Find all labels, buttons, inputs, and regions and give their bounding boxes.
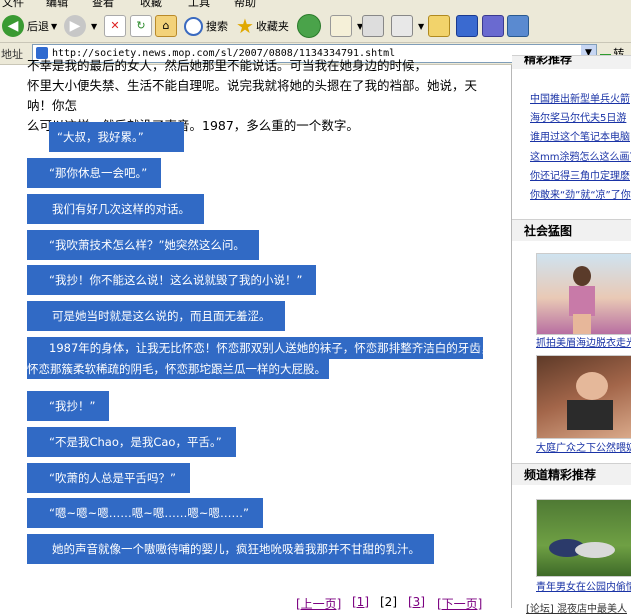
article-line: “那你休息一会吧。” bbox=[27, 158, 162, 188]
pager-page-3-link[interactable]: [3] bbox=[408, 595, 425, 609]
print-icon bbox=[362, 15, 384, 37]
pager-next-link[interactable]: [下一页] bbox=[437, 595, 482, 612]
chevron-down-icon: ▼ bbox=[51, 21, 58, 31]
article-line: 可是她当时就是这么说的，而且面无羞涩。 bbox=[27, 301, 285, 331]
stop-icon: ✕ bbox=[104, 15, 126, 37]
refresh-icon: ↻ bbox=[130, 15, 152, 37]
stop-button[interactable]: ✕ bbox=[104, 13, 129, 39]
messenger-icon bbox=[456, 15, 478, 37]
address-label: 地址 bbox=[1, 48, 23, 61]
menu-help[interactable]: 帮助 bbox=[234, 0, 256, 9]
discuss-button[interactable] bbox=[428, 13, 453, 39]
forward-arrow-icon: ▶ bbox=[64, 15, 86, 37]
chevron-down-icon: ▼ bbox=[91, 21, 98, 31]
menu-bar: 文件 编辑 查看 收藏 工具 帮助 bbox=[0, 0, 631, 9]
article-line: “吹萧的人总是平舌吗？” bbox=[27, 463, 190, 493]
back-button[interactable]: ◀ 后退 ▼ bbox=[2, 13, 57, 39]
research-button[interactable] bbox=[482, 13, 507, 39]
sidebar-section-title: 精彩推荐 bbox=[512, 55, 631, 69]
messenger-button[interactable] bbox=[456, 13, 481, 39]
sidebar-section-title: 频道精彩推荐 bbox=[512, 463, 631, 485]
photo-caption-link[interactable]: 青年男女在公园内偷情 bbox=[536, 578, 631, 593]
sidebar-link[interactable]: 中国推出新型单兵火箭 bbox=[530, 90, 630, 105]
search-label: 搜索 bbox=[206, 20, 228, 33]
history-button[interactable] bbox=[297, 13, 324, 39]
article-line: “我吹萧技术怎么样？”她突然这么问。 bbox=[27, 230, 259, 260]
star-icon: ★ bbox=[236, 14, 254, 38]
menu-edit[interactable]: 编辑 bbox=[46, 0, 68, 9]
edit-page-icon bbox=[391, 15, 413, 37]
menu-favorites[interactable]: 收藏 bbox=[140, 0, 162, 9]
news-photo[interactable] bbox=[536, 253, 631, 335]
article-line: 她的声音就像一个嗷嗷待哺的婴儿，疯狂地吮吸着我那并不甘甜的乳汁。 bbox=[27, 534, 434, 564]
article-line: 怀恋那簇柔软稀疏的阴毛，怀恋那坨跟兰瓜一样的大屁股。 bbox=[27, 359, 329, 379]
forward-button[interactable]: ▶ ▼ bbox=[64, 13, 97, 39]
search-button[interactable]: 搜索 bbox=[184, 13, 228, 39]
article-line: “我抄！” bbox=[27, 391, 110, 421]
sidebar-bottom-label: [论坛] 混夜店中最美人 bbox=[526, 604, 627, 615]
article-line: “大叔，我好累。” bbox=[49, 122, 184, 152]
article-intro-line: 怀里大小便失禁、生活不能自理呢。说完我就将她的头摁在了我的裆部。她说，天呐！你怎 bbox=[27, 78, 478, 113]
news-photo[interactable] bbox=[536, 355, 631, 439]
sidebar: 精彩推荐 中国推出新型单兵火箭 海尔奖马尔代夫5日游 谁用过这个笔记本电脑 这m… bbox=[512, 55, 631, 615]
dictionary-icon bbox=[507, 15, 529, 37]
favorites-button[interactable]: ★ 收藏夹 bbox=[236, 13, 289, 39]
research-icon bbox=[482, 15, 504, 37]
home-button[interactable]: ⌂ bbox=[155, 13, 180, 39]
photo-figure-icon bbox=[549, 539, 615, 558]
photo-figure-icon bbox=[567, 372, 613, 430]
article-line: 1987年的身体，让我无比怀恋！怀恋那双别人送她的袜子，怀恋那排整齐洁白的牙齿， bbox=[27, 337, 483, 359]
edit-button[interactable]: ▼ bbox=[391, 13, 424, 39]
sidebar-link[interactable]: 谁用过这个笔记本电脑 bbox=[530, 128, 630, 143]
pager-prev-link[interactable]: [上一页] bbox=[296, 595, 341, 612]
photo-figure-icon bbox=[569, 266, 595, 334]
menu-file[interactable]: 文件 bbox=[2, 0, 24, 9]
home-icon: ⌂ bbox=[155, 15, 177, 37]
mail-icon bbox=[330, 15, 352, 37]
dictionary-button[interactable] bbox=[507, 13, 532, 39]
back-label: 后退 bbox=[27, 20, 49, 33]
article-line: “不是我Chao，是我Cao，平舌。” bbox=[27, 427, 236, 457]
article-line: “嗯~嗯~嗯……嗯~嗯……嗯~嗯……” bbox=[27, 498, 263, 528]
back-arrow-icon: ◀ bbox=[2, 15, 24, 37]
history-icon bbox=[297, 14, 321, 38]
menu-view[interactable]: 查看 bbox=[92, 0, 114, 9]
sidebar-link[interactable]: 海尔奖马尔代夫5日游 bbox=[530, 109, 626, 124]
article-area: 不幸是我的最后的女人，然后她那里不能说话。可当我在她身边的时候， 怀里大小便失禁… bbox=[0, 58, 511, 611]
mail-button[interactable]: ▼ bbox=[330, 13, 363, 39]
photo-caption-link[interactable]: 抓拍美眉海边脱衣走光 bbox=[536, 334, 631, 349]
sidebar-link[interactable]: 你敢来“劲”就“凉”了你 bbox=[530, 186, 631, 201]
favorites-label: 收藏夹 bbox=[255, 20, 289, 33]
search-icon bbox=[184, 16, 203, 36]
article-line: 我们有好几次这样的对话。 bbox=[27, 194, 204, 224]
toolbar: ◀ 后退 ▼ ▶ ▼ ✕ ↻ ⌂ 搜索 ★ 收藏夹 ▼ ▼ bbox=[0, 9, 631, 43]
chevron-down-icon: ▼ bbox=[418, 21, 425, 31]
pager-current-page: [2] bbox=[380, 595, 397, 609]
menu-tools[interactable]: 工具 bbox=[188, 0, 210, 9]
news-photo[interactable] bbox=[536, 499, 631, 577]
print-button[interactable] bbox=[362, 13, 387, 39]
photo-caption-link[interactable]: 大庭广众之下公然喂奶 bbox=[536, 439, 631, 454]
refresh-button[interactable]: ↻ bbox=[130, 13, 155, 39]
sidebar-link[interactable]: 这mm涂鸦怎么这么画？ bbox=[530, 148, 631, 163]
article-line: “我抄！你不能这么说！这么说就毁了我的小说！” bbox=[27, 265, 317, 295]
sidebar-link[interactable]: 你还记得三角巾定理麽 bbox=[530, 167, 630, 182]
pager-page-1-link[interactable]: [1] bbox=[352, 595, 369, 609]
sidebar-section-title: 社会猛图 bbox=[512, 219, 631, 241]
article-intro-line: 不幸是我的最后的女人，然后她那里不能说话。可当我在她身边的时候， bbox=[27, 58, 428, 73]
folder-icon bbox=[428, 15, 450, 37]
